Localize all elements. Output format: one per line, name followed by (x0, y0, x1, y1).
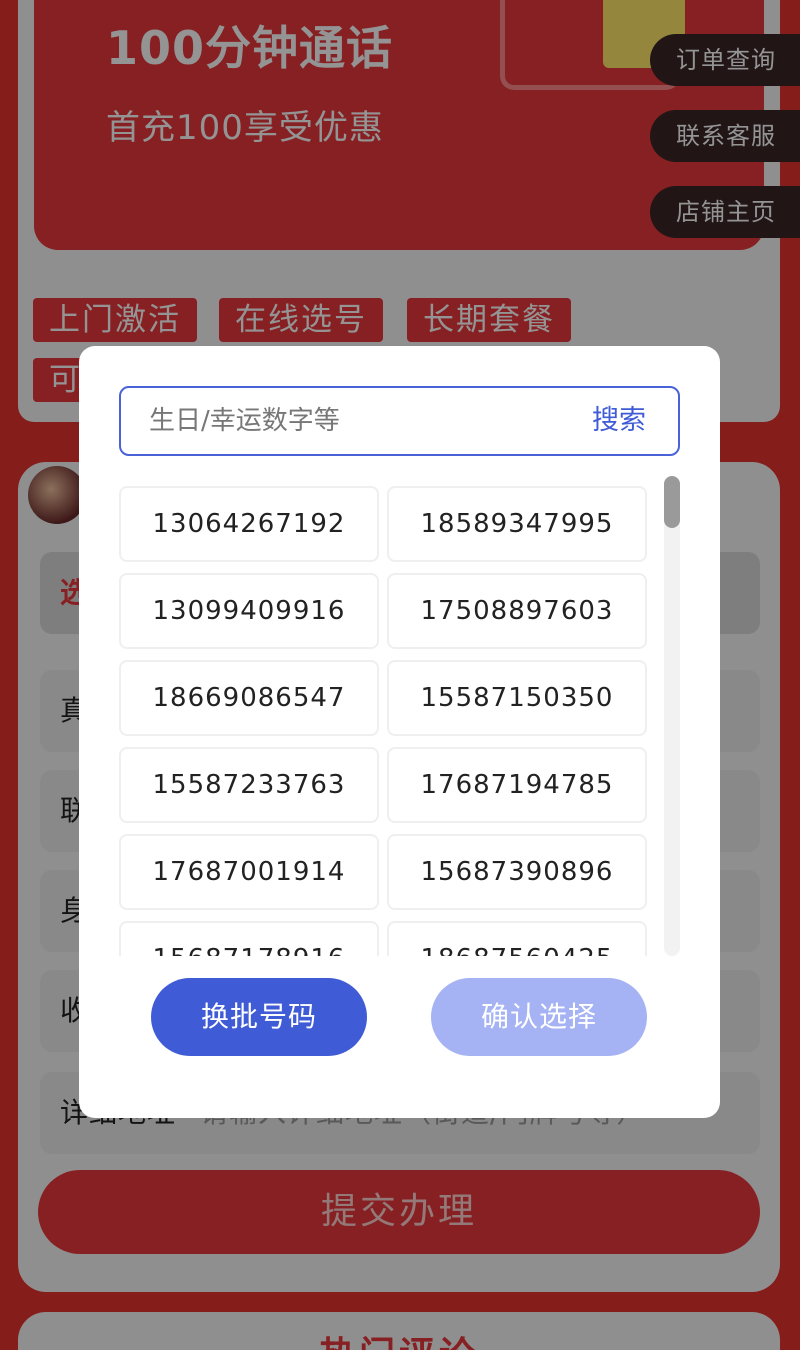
search-input[interactable] (149, 388, 569, 454)
number-option[interactable]: 17687001914 (119, 834, 379, 910)
number-option[interactable]: 13099409916 (119, 573, 379, 649)
refresh-numbers-button[interactable]: 换批号码 (151, 978, 367, 1056)
number-list[interactable]: 13064267192 18589347995 13099409916 1750… (119, 486, 647, 956)
search-box: 搜索 (119, 386, 680, 456)
number-option[interactable]: 18687560425 (387, 921, 647, 956)
number-option[interactable]: 18669086547 (119, 660, 379, 736)
scrollbar-thumb[interactable] (664, 476, 680, 528)
confirm-selection-button[interactable]: 确认选择 (431, 978, 647, 1056)
number-option[interactable]: 18589347995 (387, 486, 647, 562)
number-option[interactable]: 15687390896 (387, 834, 647, 910)
number-option[interactable]: 15687178916 (119, 921, 379, 956)
number-option[interactable]: 17687194785 (387, 747, 647, 823)
search-button[interactable]: 搜索 (592, 388, 646, 454)
number-grid: 13064267192 18589347995 13099409916 1750… (119, 486, 647, 956)
number-option[interactable]: 13064267192 (119, 486, 379, 562)
number-option[interactable]: 17508897603 (387, 573, 647, 649)
number-select-modal: 搜索 13064267192 18589347995 13099409916 1… (79, 346, 720, 1118)
number-option[interactable]: 15587233763 (119, 747, 379, 823)
number-list-scrollbar[interactable] (664, 476, 680, 956)
number-option[interactable]: 15587150350 (387, 660, 647, 736)
